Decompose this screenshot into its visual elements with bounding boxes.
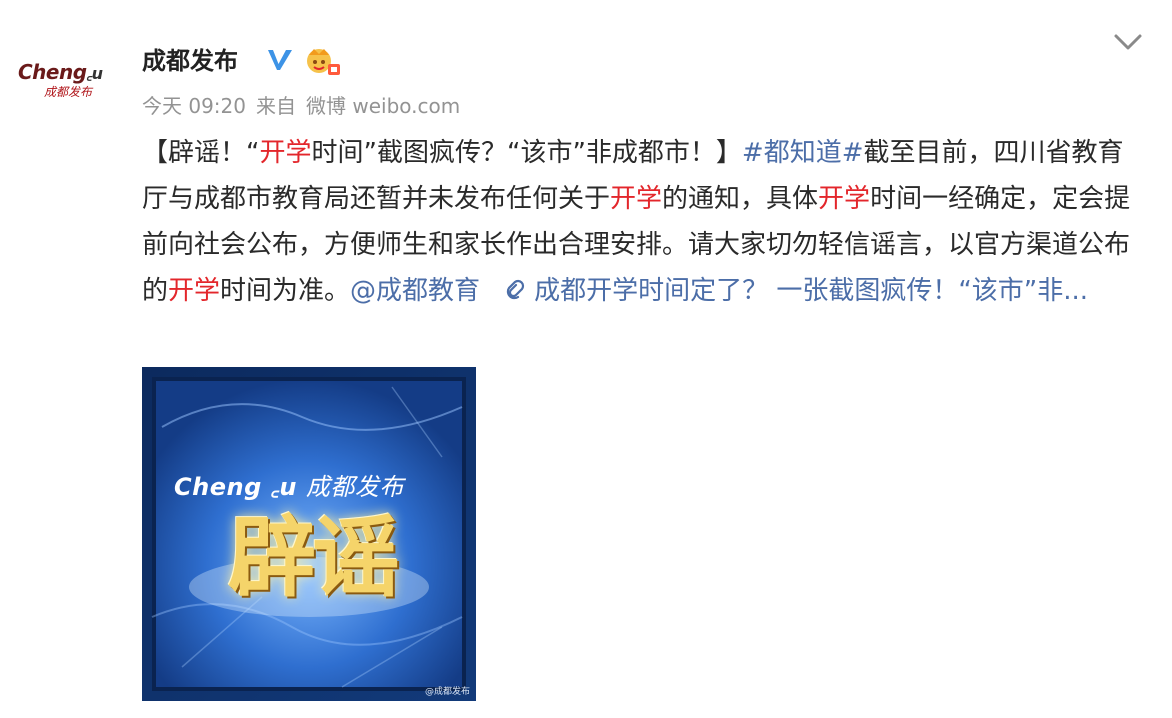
post-source[interactable]: 微博 weibo.com bbox=[306, 92, 460, 120]
link-icon[interactable] bbox=[502, 277, 528, 303]
image-watermark: @成都发布 bbox=[424, 687, 470, 697]
verified-icon bbox=[268, 50, 292, 70]
avatar-brand: Cheng꜀u bbox=[18, 60, 103, 84]
post-meta: 今天 09:20 来自 微博 weibo.com bbox=[142, 92, 460, 120]
vip-crown-icon bbox=[307, 49, 340, 75]
post-text: 【辟谣！“开学时间”截图疯传？“该市”非成都市！】#都知道#截至目前，四川省教育… bbox=[142, 138, 1131, 306]
hashtag-link[interactable]: #都知道# bbox=[742, 138, 864, 168]
keyword: 开学 bbox=[259, 138, 312, 168]
keyword: 开学 bbox=[610, 184, 663, 214]
chevron-down-icon[interactable] bbox=[1112, 30, 1144, 54]
avatar[interactable]: Cheng꜀u 成都发布 bbox=[18, 50, 128, 110]
image-title: 辟谣 bbox=[227, 505, 400, 609]
mention-link[interactable]: @成都教育 bbox=[350, 276, 480, 306]
avatar-sub: 成都发布 bbox=[44, 85, 93, 99]
keyword: 开学 bbox=[168, 276, 221, 306]
user-name[interactable]: 成都发布 bbox=[142, 44, 238, 78]
keyword: 开学 bbox=[818, 184, 871, 214]
post-source-prefix: 来自 bbox=[256, 94, 296, 118]
article-link[interactable]: 成都开学时间定了？ 一张截图疯传！“该市”非... bbox=[534, 276, 1088, 306]
post-image[interactable]: Cheng ꜀u 成都发布 辟谣 @成都发布 bbox=[142, 367, 476, 701]
post-time: 今天 09:20 bbox=[142, 94, 246, 118]
image-banner: Cheng ꜀u 成都发布 bbox=[174, 473, 404, 501]
